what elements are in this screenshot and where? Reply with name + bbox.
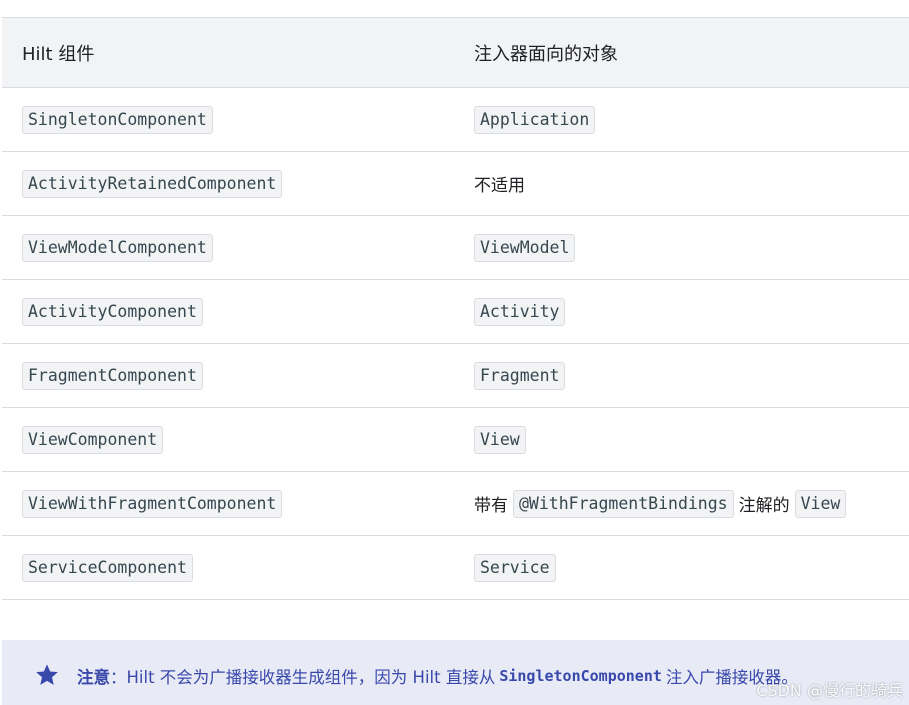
watermark: CSDN @慢行的骑兵 <box>756 681 903 700</box>
component-code: ActivityRetainedComponent <box>22 169 283 198</box>
component-code: SingletonComponent <box>22 105 213 134</box>
note-colon: ： <box>110 668 127 687</box>
component-code: FragmentComponent <box>22 361 203 390</box>
note-label: 注意 <box>77 668 110 687</box>
star-icon <box>36 664 58 685</box>
target-code: ViewModel <box>474 233 576 262</box>
table-row: FragmentComponent Fragment <box>2 344 909 408</box>
note-code: SingletonComponent <box>499 667 662 685</box>
table-row: ActivityRetainedComponent 不适用 <box>2 152 909 216</box>
header-injector-target: 注入器面向的对象 <box>474 43 618 65</box>
hilt-components-table: Hilt 组件 注入器面向的对象 SingletonComponent Appl… <box>2 17 909 600</box>
target-code: Service <box>474 553 556 582</box>
target-code: View <box>474 425 526 454</box>
component-code: ActivityComponent <box>22 297 203 326</box>
table-header-row: Hilt 组件 注入器面向的对象 <box>2 17 909 88</box>
component-code: ViewComponent <box>22 425 164 454</box>
component-code: ViewModelComponent <box>22 233 213 262</box>
target-middle-text: 注解的 <box>738 496 790 516</box>
table-row: ActivityComponent Activity <box>2 280 909 344</box>
target-code: Fragment <box>474 361 566 390</box>
table-row: ViewComponent View <box>2 408 909 472</box>
component-code: ViewWithFragmentComponent <box>22 489 283 518</box>
target-code: View <box>794 489 847 518</box>
header-hilt-component: Hilt 组件 <box>22 43 95 65</box>
target-text: 不适用 <box>474 176 525 196</box>
target-prefix-text: 带有 <box>474 496 508 516</box>
component-code: ServiceComponent <box>22 553 193 582</box>
table-row: SingletonComponent Application <box>2 88 909 152</box>
table-row: ViewWithFragmentComponent 带有 @WithFragme… <box>2 472 909 536</box>
note-text-before: Hilt 不会为广播接收器生成组件，因为 Hilt 直接从 <box>126 668 496 687</box>
target-code: Activity <box>474 297 566 326</box>
target-code: Application <box>474 105 596 134</box>
note-text: 注意 ： Hilt 不会为广播接收器生成组件，因为 Hilt 直接从 Singl… <box>77 664 798 688</box>
table-row: ServiceComponent Service <box>2 536 909 600</box>
table-row: ViewModelComponent ViewModel <box>2 216 909 280</box>
annotation-code: @WithFragmentBindings <box>513 489 734 518</box>
